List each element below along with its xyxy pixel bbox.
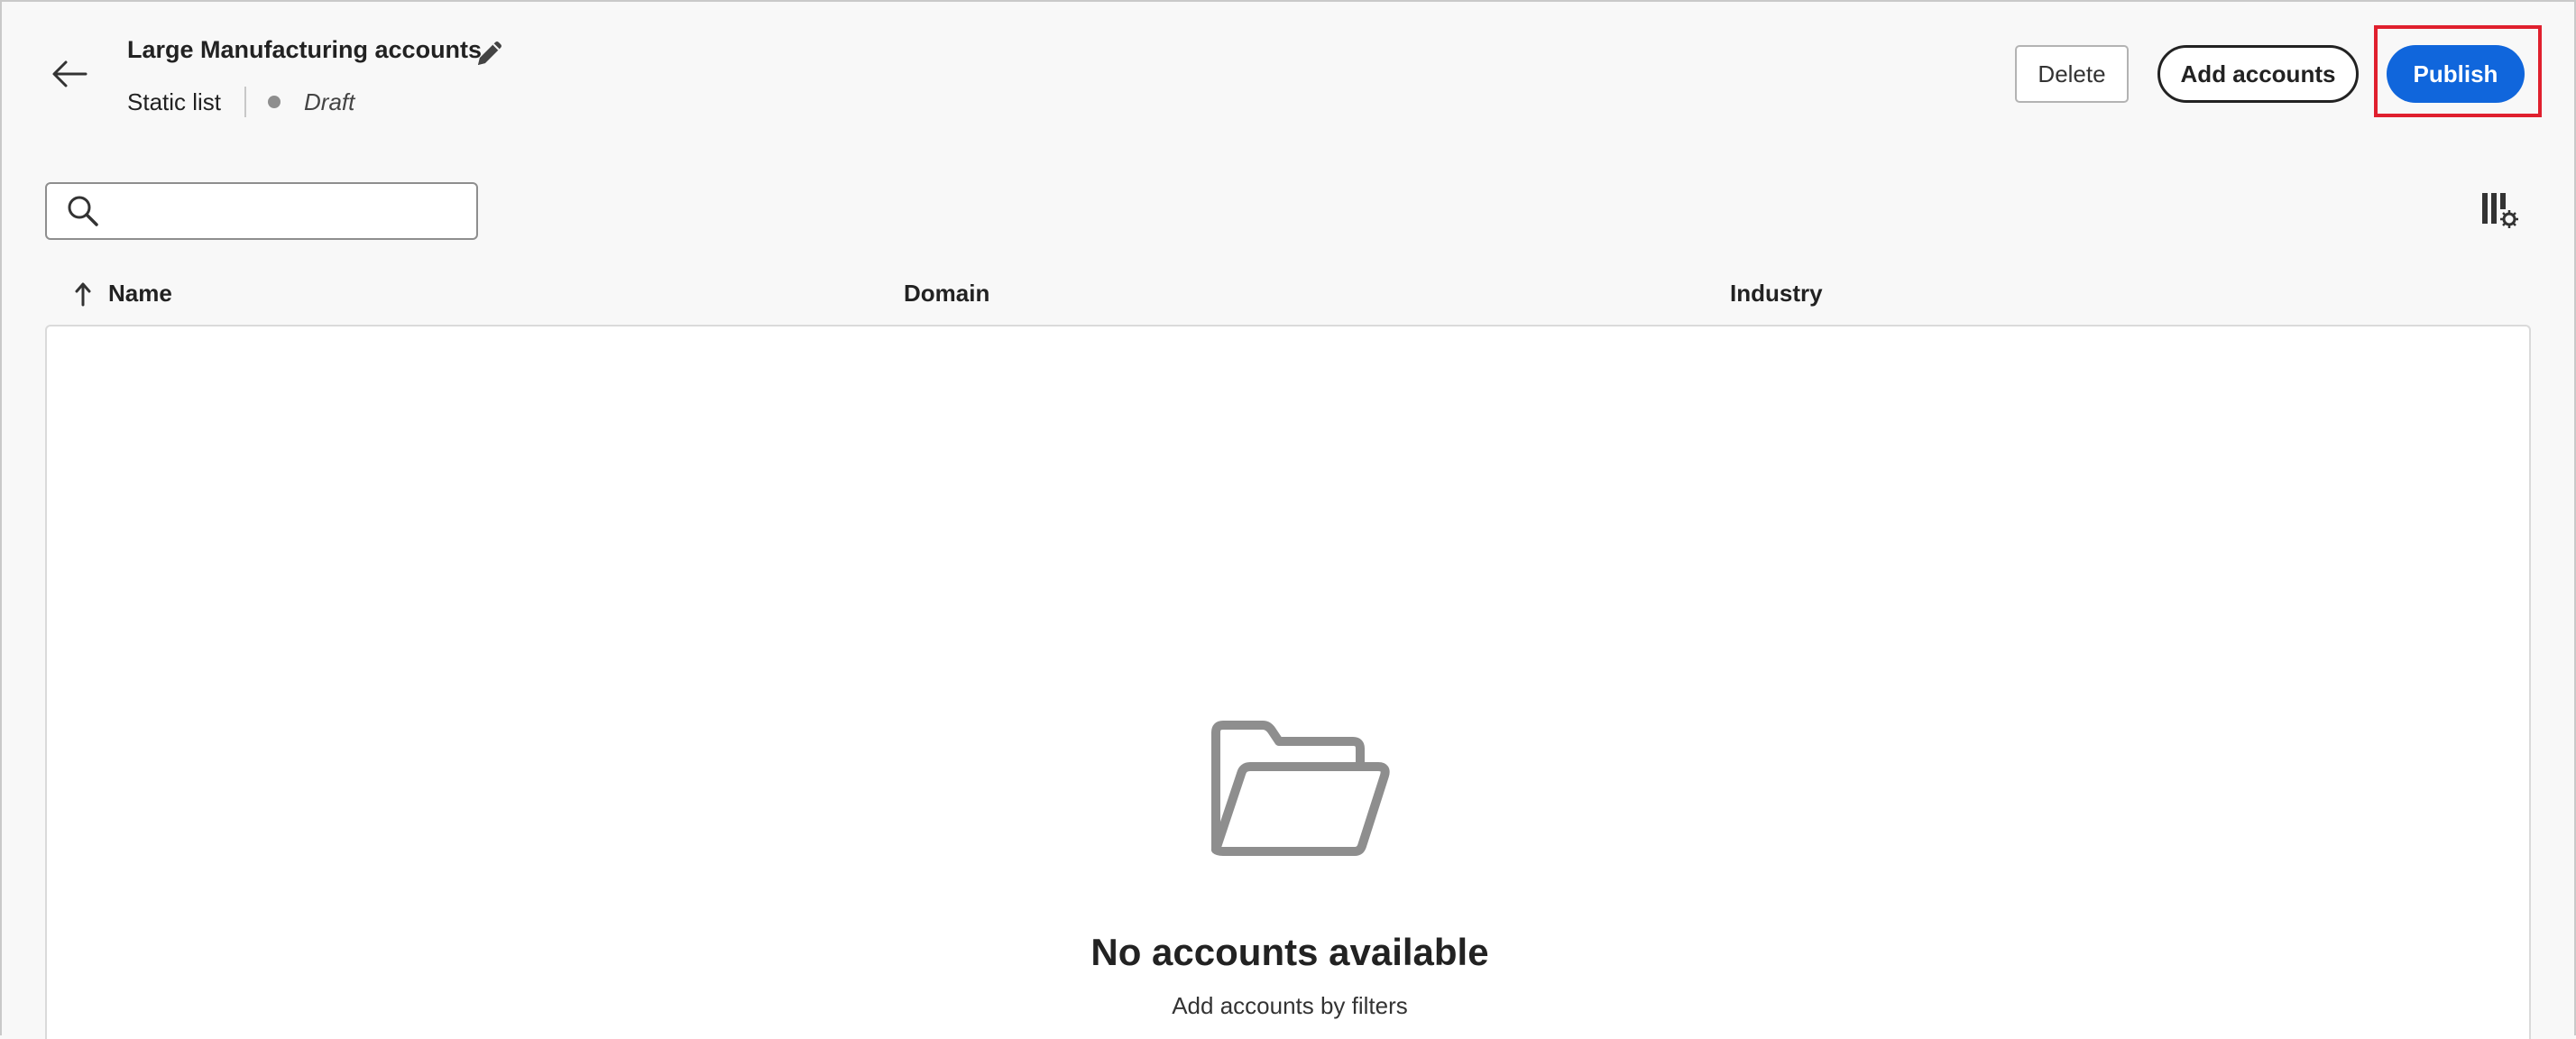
add-accounts-button[interactable]: Add accounts (2157, 45, 2359, 103)
back-button[interactable] (47, 52, 92, 96)
folder-open-icon (1211, 721, 1390, 856)
status-dot (268, 96, 281, 108)
search-input[interactable] (112, 183, 476, 239)
arrow-left-icon (52, 60, 87, 87)
empty-state-subtitle: Add accounts by filters (1172, 992, 1408, 1019)
search-icon (68, 196, 98, 226)
column-header-domain[interactable]: Domain (904, 280, 989, 308)
empty-state-title: No accounts available (1090, 931, 1489, 973)
page-title: Large Manufacturing accounts (127, 36, 483, 63)
column-label: Industry (1730, 280, 1823, 307)
search-field[interactable] (45, 182, 478, 240)
meta-divider (244, 87, 247, 117)
table-header: Name Domain Industry (45, 272, 2531, 323)
list-detail-page: Large Manufacturing accounts Static list… (0, 0, 2576, 1039)
list-meta: Static list Draft (127, 87, 354, 117)
publish-button[interactable]: Publish (2387, 45, 2525, 103)
sort-ascending-icon (75, 282, 91, 306)
table-body: No accounts available Add accounts by fi… (45, 325, 2531, 1039)
column-header-industry[interactable]: Industry (1730, 280, 1823, 308)
column-header-name[interactable]: Name (72, 280, 172, 308)
delete-button[interactable]: Delete (2015, 45, 2129, 103)
column-settings-icon[interactable] (2480, 189, 2520, 229)
pencil-icon[interactable] (471, 36, 507, 72)
column-label: Domain (904, 280, 990, 307)
column-label: Name (108, 280, 172, 307)
list-type-label: Static list (127, 87, 222, 115)
status-label: Draft (304, 87, 355, 115)
